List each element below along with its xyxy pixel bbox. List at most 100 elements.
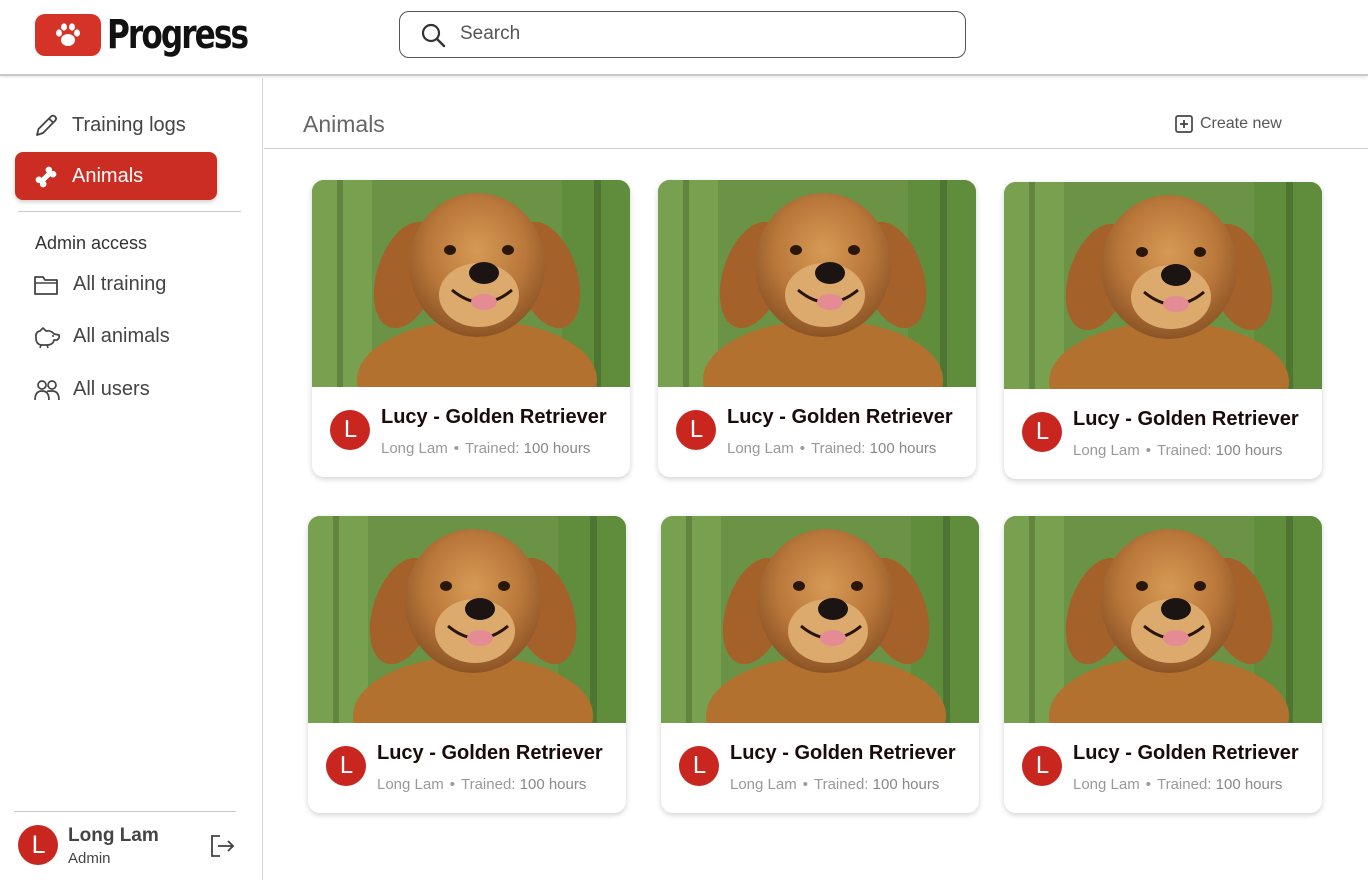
card-meta: L Lucy - Golden Retriever Long Lam • Train… (1004, 723, 1322, 813)
card-title: Lucy - Golden Retriever (1073, 408, 1299, 430)
search-icon (420, 22, 446, 53)
avatar: L (330, 410, 370, 450)
card-owner: Long Lam (1073, 442, 1140, 459)
dog-photo (308, 516, 626, 723)
card-subtitle: Long Lam • Trained: 100 hours (1073, 442, 1282, 459)
trained-value: 100 hours (872, 776, 940, 793)
card-meta: L Lucy - Golden Retriever Long Lam • Train… (661, 723, 979, 813)
dog-icon (33, 324, 61, 350)
bone-icon (33, 164, 59, 190)
avatar: L (1022, 746, 1062, 786)
users-icon (33, 377, 60, 403)
separator-dot: • (1145, 442, 1151, 459)
search-input[interactable] (460, 20, 940, 48)
sidebar-item-all-users[interactable]: All users (15, 365, 217, 413)
dog-photo (658, 180, 976, 387)
sidebar-item-label: All users (73, 377, 150, 400)
sidebar-item-animals[interactable]: Animals (15, 152, 217, 200)
card-owner: Long Lam (727, 440, 794, 457)
animal-photo (308, 516, 626, 723)
dog-photo (1004, 182, 1322, 389)
logo-text: Progress (107, 12, 249, 58)
card-subtitle: Long Lam • Trained: 100 hours (730, 776, 939, 793)
card-title: Lucy - Golden Retriever (377, 742, 603, 764)
sidebar-item-all-training[interactable]: All training (15, 260, 217, 308)
separator-dot: • (802, 776, 808, 793)
avatar: L (326, 746, 366, 786)
trained-label: Trained: (1156, 776, 1212, 793)
trained-label: Trained: (813, 776, 869, 793)
separator-dot: • (799, 440, 805, 457)
animal-photo (312, 180, 630, 387)
card-subtitle: Long Lam • Trained: 100 hours (1073, 776, 1282, 793)
separator-dot: • (1145, 776, 1151, 793)
separator-dot: • (453, 440, 459, 457)
animal-photo (1004, 182, 1322, 389)
card-owner: Long Lam (1073, 776, 1140, 793)
search-bar (399, 11, 966, 58)
animal-photo (658, 180, 976, 387)
avatar[interactable]: L (18, 825, 58, 865)
user-footer: L Long Lam Admin (0, 812, 262, 880)
animal-card[interactable]: L Lucy - Golden Retriever Long Lam • Train… (661, 516, 979, 813)
trained-value: 100 hours (519, 776, 587, 793)
card-meta: L Lucy - Golden Retriever Long Lam • Train… (658, 387, 976, 477)
card-owner: Long Lam (381, 440, 448, 457)
top-bar: Progress (0, 0, 1368, 76)
animal-photo (661, 516, 979, 723)
trained-value: 100 hours (523, 440, 591, 457)
trained-value: 100 hours (1215, 776, 1283, 793)
animal-card[interactable]: L Lucy - Golden Retriever Long Lam • Train… (1004, 182, 1322, 479)
avatar: L (676, 410, 716, 450)
animal-photo (1004, 516, 1322, 723)
animal-card[interactable]: L Lucy - Golden Retriever Long Lam • Train… (308, 516, 626, 813)
sidebar-item-training-logs[interactable]: Training logs (15, 101, 217, 149)
pencil-icon (33, 113, 59, 139)
sidebar-item-label: All animals (73, 324, 170, 347)
avatar: L (679, 746, 719, 786)
trained-value: 100 hours (1215, 442, 1283, 459)
avatar: L (1022, 412, 1062, 452)
dog-photo (661, 516, 979, 723)
card-subtitle: Long Lam • Trained: 100 hours (381, 440, 590, 457)
folder-icon (33, 272, 59, 298)
card-title: Lucy - Golden Retriever (381, 406, 607, 428)
logout-icon[interactable] (208, 832, 236, 865)
card-meta: L Lucy - Golden Retriever Long Lam • Train… (308, 723, 626, 813)
animal-card[interactable]: L Lucy - Golden Retriever Long Lam • Train… (658, 180, 976, 477)
create-new-button[interactable]: Create new (1174, 114, 1282, 134)
card-subtitle: Long Lam • Trained: 100 hours (377, 776, 586, 793)
trained-value: 100 hours (869, 440, 937, 457)
admin-section-label: Admin access (35, 233, 148, 253)
sidebar-item-label: All training (73, 272, 167, 295)
card-subtitle: Long Lam • Trained: 100 hours (727, 440, 936, 457)
card-meta: L Lucy - Golden Retriever Long Lam • Train… (1004, 389, 1322, 479)
card-owner: Long Lam (730, 776, 797, 793)
sidebar-divider (18, 211, 241, 212)
paw-icon (35, 14, 101, 56)
user-name: Long Lam (68, 825, 159, 846)
animal-card[interactable]: L Lucy - Golden Retriever Long Lam • Train… (312, 180, 630, 477)
animal-card[interactable]: L Lucy - Golden Retriever Long Lam • Train… (1004, 516, 1322, 813)
card-title: Lucy - Golden Retriever (1073, 742, 1299, 764)
separator-dot: • (449, 776, 455, 793)
logo[interactable]: Progress (35, 14, 287, 56)
sidebar-item-label: Training logs (72, 113, 186, 136)
trained-label: Trained: (460, 776, 516, 793)
dog-photo (1004, 516, 1322, 723)
card-meta: L Lucy - Golden Retriever Long Lam • Train… (312, 387, 630, 477)
trained-label: Trained: (810, 440, 866, 457)
dog-photo (312, 180, 630, 387)
card-title: Lucy - Golden Retriever (727, 406, 953, 428)
page-title: Animals (303, 111, 385, 137)
card-title: Lucy - Golden Retriever (730, 742, 956, 764)
trained-label: Trained: (464, 440, 520, 457)
create-new-label: Create new (1200, 115, 1282, 132)
sidebar-item-all-animals[interactable]: All animals (15, 312, 217, 360)
sidebar: Training logs Animals Admin access All t… (0, 78, 263, 880)
card-owner: Long Lam (377, 776, 444, 793)
trained-label: Trained: (1156, 442, 1212, 459)
user-role: Admin (68, 850, 111, 867)
main-header: Animals Create new (264, 78, 1368, 149)
sidebar-item-label: Animals (72, 164, 144, 187)
